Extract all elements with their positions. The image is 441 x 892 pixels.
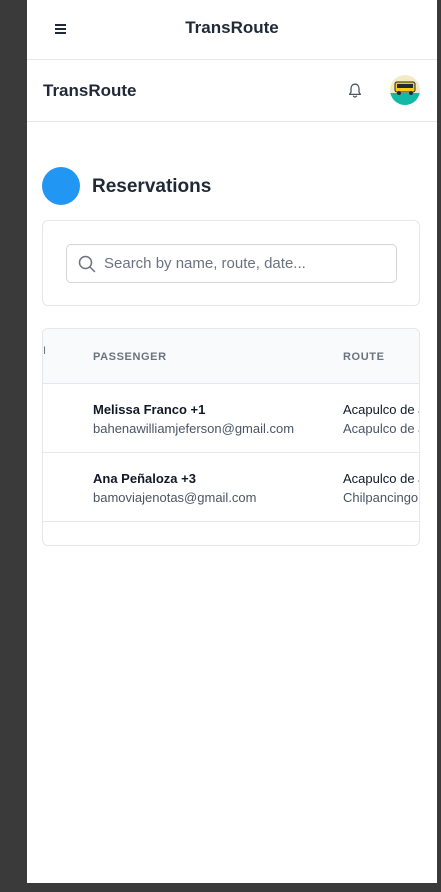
column-header-route[interactable]: ROUTE (343, 351, 385, 363)
page-accent-dot (42, 167, 80, 205)
passenger-name: Ana Peñaloza +3 (93, 471, 196, 486)
route-origin: Acapulco de Juárez (343, 471, 419, 486)
route-destination: Chilpancingo (343, 490, 419, 505)
app-panel: TransRoute TransRoute Reservations Searc… (27, 0, 437, 883)
top-bar-title: TransRoute (185, 18, 279, 37)
table-row[interactable]: Ana Peñaloza +3 bamoviajenotas@gmail.com… (43, 453, 419, 522)
bell-icon[interactable] (345, 81, 365, 101)
passenger-name: Melissa Franco +1 (93, 402, 206, 417)
column-header-passenger[interactable]: PASSENGER (93, 351, 167, 363)
search-card (42, 220, 420, 306)
bus-logo-avatar[interactable] (390, 75, 420, 105)
route-destination: Acapulco de Juárez (343, 421, 419, 436)
reservations-table: I PASSENGER ROUTE Melissa Franco +1 bahe… (42, 328, 420, 546)
page-title: Reservations (92, 176, 212, 197)
app-bar: TransRoute (27, 60, 437, 122)
table-footer (43, 522, 419, 545)
table-row[interactable]: Melissa Franco +1 bahenawilliamjeferson@… (43, 384, 419, 453)
passenger-email: bamoviajenotas@gmail.com (93, 490, 257, 505)
cut-column-header: I (43, 345, 47, 357)
search-box[interactable] (66, 244, 397, 283)
search-icon (78, 255, 96, 273)
search-input[interactable] (104, 246, 389, 281)
table-header: I PASSENGER ROUTE (43, 329, 419, 384)
passenger-email: bahenawilliamjeferson@gmail.com (93, 421, 295, 436)
route-origin: Acapulco de Juárez (343, 402, 419, 417)
window-scrollbar[interactable] (437, 0, 441, 892)
top-bar: TransRoute (27, 0, 437, 60)
brand-name[interactable]: TransRoute (43, 81, 137, 101)
page-header: Reservations (42, 167, 342, 205)
